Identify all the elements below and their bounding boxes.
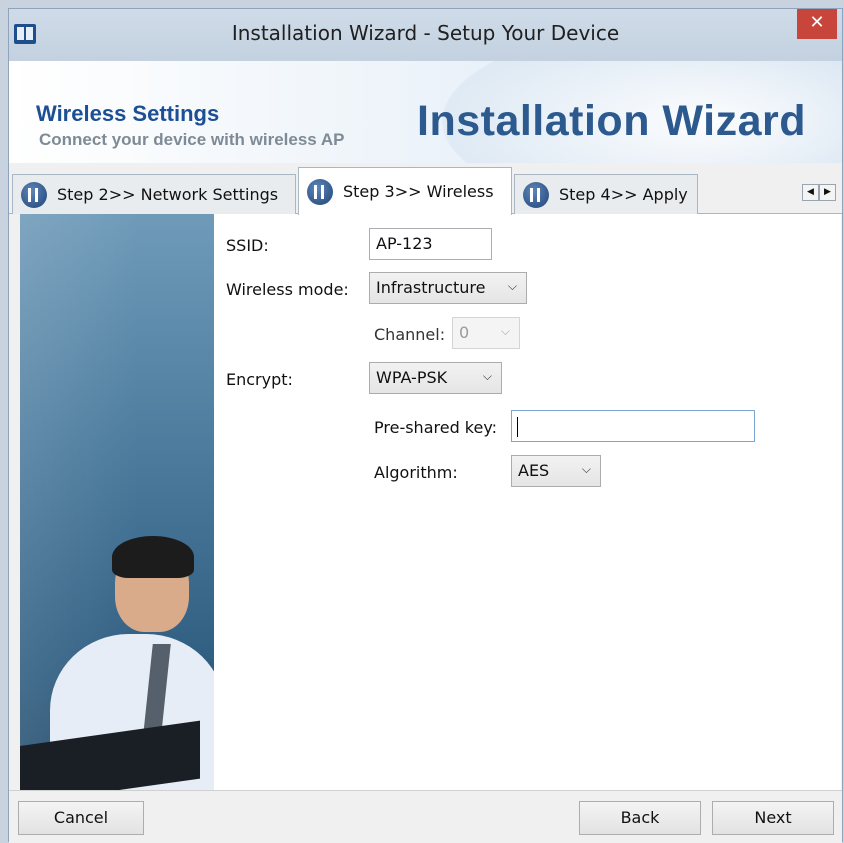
algorithm-label: Algorithm: xyxy=(374,463,458,482)
page-subtitle: Connect your device with wireless AP xyxy=(39,130,345,149)
chevron-down-icon: ⌵ xyxy=(581,462,591,476)
chevron-down-icon: ⌵ xyxy=(482,369,492,383)
close-button[interactable]: ✕ xyxy=(797,9,837,39)
chevron-down-icon: ⌵ xyxy=(500,324,510,338)
tab-wireless[interactable]: Step 3>> Wireless xyxy=(298,167,512,215)
wireless-mode-value: Infrastructure xyxy=(376,278,486,297)
tab-scroll-buttons: ◀ ▶ xyxy=(802,184,836,201)
wireless-settings-form: SSID: AP-123 Wireless mode: Infrastructu… xyxy=(214,214,841,790)
button-bar: Cancel Back Next xyxy=(9,790,842,843)
ssid-label: SSID: xyxy=(226,236,269,255)
encrypt-label: Encrypt: xyxy=(226,370,293,389)
header-banner: Wireless Settings Connect your device wi… xyxy=(9,61,842,163)
tab-apply[interactable]: Step 4>> Apply xyxy=(514,174,698,214)
channel-select[interactable]: 0 ⌵ xyxy=(452,317,520,349)
tab-label: Step 4>> Apply xyxy=(559,185,688,204)
installation-wizard-window: Installation Wizard - Setup Your Device … xyxy=(8,8,843,843)
side-illustration xyxy=(20,214,214,790)
encrypt-value: WPA-PSK xyxy=(376,368,448,387)
tab-strip: Step 2>> Network Settings Step 3>> Wirel… xyxy=(9,165,842,215)
tools-icon xyxy=(307,178,333,205)
chevron-down-icon: ⌵ xyxy=(507,279,517,293)
ssid-field[interactable]: AP-123 xyxy=(369,228,492,260)
channel-label: Channel: xyxy=(374,325,446,344)
product-title: Installation Wizard xyxy=(417,97,806,145)
window-title: Installation Wizard - Setup Your Device xyxy=(231,21,620,45)
psk-field[interactable] xyxy=(511,410,755,442)
algorithm-select[interactable]: AES ⌵ xyxy=(511,455,601,487)
tab-network-settings[interactable]: Step 2>> Network Settings xyxy=(12,174,296,214)
algorithm-value: AES xyxy=(518,461,550,480)
title-bar: Installation Wizard - Setup Your Device … xyxy=(9,9,842,61)
cancel-button[interactable]: Cancel xyxy=(18,801,144,835)
text-caret xyxy=(517,417,518,437)
tab-label: Step 2>> Network Settings xyxy=(57,185,279,204)
wireless-mode-select[interactable]: Infrastructure ⌵ xyxy=(369,272,527,304)
encrypt-select[interactable]: WPA-PSK ⌵ xyxy=(369,362,502,394)
tools-icon xyxy=(523,181,549,208)
tools-icon xyxy=(21,181,47,208)
wireless-mode-label: Wireless mode: xyxy=(226,280,349,299)
tab-label: Step 3>> Wireless xyxy=(343,182,494,201)
psk-label: Pre-shared key: xyxy=(374,418,498,437)
next-button[interactable]: Next xyxy=(712,801,834,835)
back-button[interactable]: Back xyxy=(579,801,701,835)
tab-scroll-left-icon[interactable]: ◀ xyxy=(802,184,819,201)
page-title: Wireless Settings xyxy=(36,101,220,126)
channel-value: 0 xyxy=(459,323,470,342)
tab-scroll-right-icon[interactable]: ▶ xyxy=(819,184,836,201)
